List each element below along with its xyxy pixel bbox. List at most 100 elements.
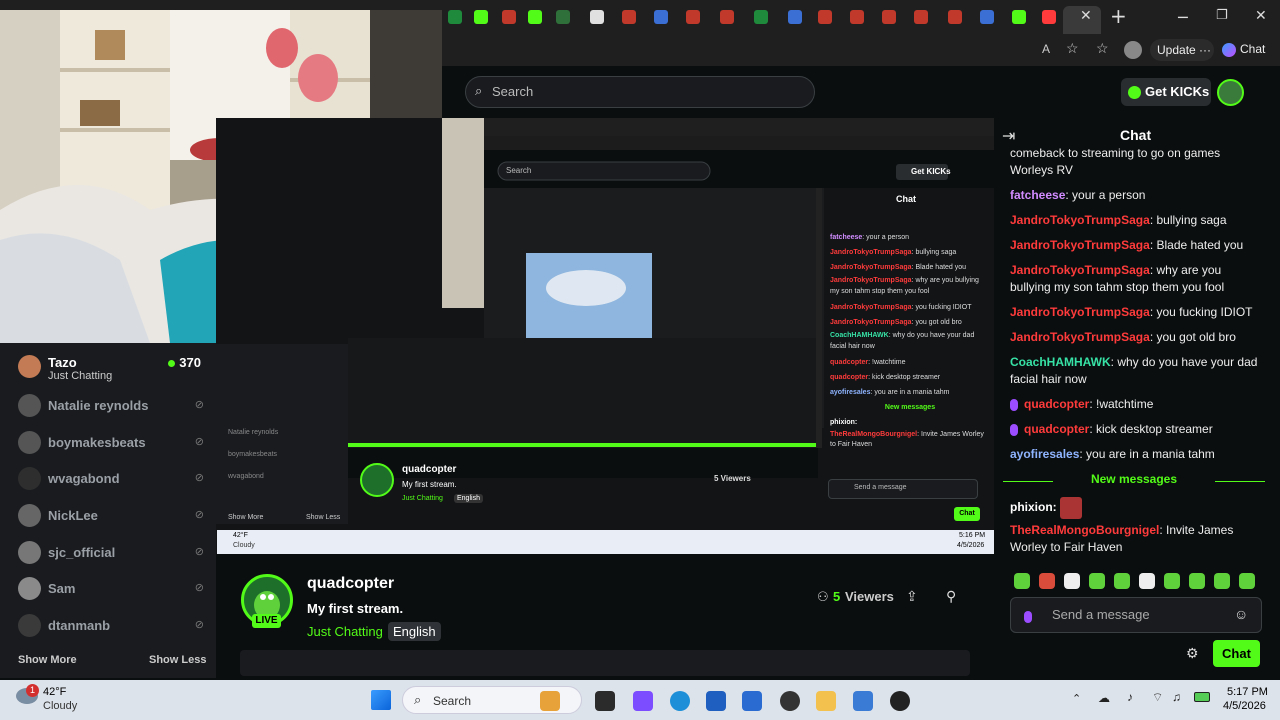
chat-message: JandroTokyoTrumpSaga: you fucking IDIOT <box>1010 304 1260 321</box>
media-player-icon[interactable] <box>890 691 910 711</box>
chat-username[interactable]: phixion: <box>1010 500 1057 514</box>
tab-favicon[interactable] <box>1012 10 1026 24</box>
battery-icon[interactable] <box>1194 692 1210 702</box>
wifi-icon[interactable]: ⌔ <box>1152 690 1163 705</box>
sidebar-item-natalie[interactable]: Natalie reynolds ⊘ <box>18 394 204 420</box>
tab-favicon[interactable] <box>654 10 668 24</box>
chat-username[interactable]: ayofiresales <box>1010 447 1079 461</box>
tab-favicon[interactable] <box>788 10 802 24</box>
tab-favicon[interactable] <box>882 10 896 24</box>
maximize-icon[interactable]: ❐ <box>1216 8 1228 23</box>
close-window-icon[interactable]: ✕ <box>1255 8 1267 24</box>
tab-favicon[interactable] <box>556 10 570 24</box>
chat-username[interactable]: fatcheese <box>1010 188 1065 202</box>
emote-icon[interactable] <box>1114 573 1130 589</box>
stream-category-link[interactable]: Just Chatting <box>307 624 383 639</box>
tab-favicon[interactable] <box>528 10 542 24</box>
tab-favicon[interactable] <box>622 10 636 24</box>
onedrive-icon[interactable]: ☁ <box>1098 691 1110 705</box>
volume-icon[interactable]: ♫ <box>1172 690 1181 704</box>
file-manager-icon[interactable] <box>595 691 615 711</box>
tab-favicon[interactable] <box>686 10 700 24</box>
chat-username[interactable]: JandroTokyoTrumpSaga <box>1010 305 1150 319</box>
show-more-button[interactable]: Show More <box>18 654 77 666</box>
favorites-icon[interactable]: ☆ <box>1096 40 1109 57</box>
emote-icon[interactable] <box>1014 573 1030 589</box>
sidebar-item-dtanmanb[interactable]: dtanmanb ⊘ <box>18 614 204 640</box>
chat-username[interactable]: quadcopter <box>1024 397 1089 411</box>
stream-video[interactable]: Search Get KICKs Chat fatcheese: your a … <box>216 118 994 554</box>
emote-icon[interactable] <box>1064 573 1080 589</box>
tab-favicon[interactable] <box>980 10 994 24</box>
language-tag[interactable]: English <box>388 622 441 641</box>
chat-text: : you are in a mania tahm <box>1079 447 1215 461</box>
tab-favicon[interactable] <box>948 10 962 24</box>
tab-favicon[interactable] <box>818 10 832 24</box>
emote-icon[interactable] <box>1214 573 1230 589</box>
chat-username[interactable]: TheRealMongoBourgnigel <box>1010 523 1159 537</box>
widget-icon[interactable] <box>540 691 560 711</box>
gear-icon[interactable]: ⚙ <box>1186 645 1199 662</box>
windows-start-icon[interactable] <box>371 690 391 710</box>
chat-username[interactable]: CoachHAMHAWK <box>1010 355 1111 369</box>
sidebar-item-tazo[interactable]: Tazo Just Chatting 370 <box>18 355 204 385</box>
collapse-chat-icon[interactable]: ⇥ <box>1002 126 1015 146</box>
emote-icon[interactable] <box>1239 573 1255 589</box>
chevron-up-icon[interactable]: ⌃ <box>1072 692 1081 705</box>
offline-icon: ⊘ <box>194 619 204 631</box>
tab-favicon[interactable] <box>914 10 928 24</box>
show-less-button[interactable]: Show Less <box>149 654 206 666</box>
edge-icon[interactable] <box>670 691 690 711</box>
tab-favicon[interactable] <box>474 10 488 24</box>
minimize-icon[interactable]: ─ <box>1178 8 1188 27</box>
clock-time[interactable]: 5:17 PM <box>1227 686 1268 698</box>
tab-favicon[interactable] <box>590 10 604 24</box>
chat-send-button[interactable]: Chat <box>1213 640 1260 667</box>
profile-icon[interactable] <box>1124 41 1142 59</box>
copilot-label: Chat <box>1240 42 1266 56</box>
emoji-icon[interactable]: ☺ <box>1234 606 1248 622</box>
favorite-icon[interactable]: ☆ <box>1066 40 1079 57</box>
chat-username[interactable]: quadcopter <box>1024 422 1089 436</box>
app-icon[interactable] <box>853 691 873 711</box>
sidebar-item-nicklee[interactable]: NickLee ⊘ <box>18 504 204 530</box>
obs-icon[interactable] <box>780 691 800 711</box>
chat-username[interactable]: JandroTokyoTrumpSaga <box>1010 213 1150 227</box>
store-icon[interactable] <box>706 691 726 711</box>
chat-username[interactable]: JandroTokyoTrumpSaga <box>1010 330 1150 344</box>
tab-favicon[interactable] <box>502 10 516 24</box>
tab-favicon[interactable] <box>1042 10 1056 24</box>
new-tab-icon[interactable]: + <box>1110 4 1127 28</box>
microphone-icon[interactable]: ♪ <box>1127 690 1133 704</box>
tab-favicon[interactable] <box>448 10 462 24</box>
clock-date[interactable]: 4/5/2026 <box>1223 700 1266 712</box>
chat-username[interactable]: JandroTokyoTrumpSaga <box>1010 238 1150 252</box>
close-tab-icon[interactable]: ✕ <box>1080 8 1092 24</box>
emote-icon[interactable] <box>1139 573 1155 589</box>
copilot-button[interactable]: Chat <box>1222 42 1265 57</box>
user-avatar[interactable] <box>1217 79 1244 106</box>
sidebar-item-boymakesbeats[interactable]: boymakesbeats ⊘ <box>18 431 204 457</box>
sidebar-item-sam[interactable]: Sam ⊘ <box>18 577 204 603</box>
new-messages-divider[interactable]: New messages <box>1003 472 1265 490</box>
sidebar-item-sjc-official[interactable]: sjc_official ⊘ <box>18 541 204 567</box>
avatar <box>18 504 41 527</box>
app-icon[interactable] <box>633 691 653 711</box>
nested-chat-msg: fatcheese: your a person <box>830 230 990 245</box>
update-button[interactable]: Update ··· <box>1150 39 1214 61</box>
tab-favicon[interactable] <box>720 10 734 24</box>
follow-icon[interactable]: ⚲ <box>946 588 956 605</box>
sidebar-item-wvagabond[interactable]: wvagabond ⊘ <box>18 467 204 493</box>
read-aloud-icon[interactable]: A <box>1042 42 1050 56</box>
emote-icon[interactable] <box>1164 573 1180 589</box>
tab-favicon[interactable] <box>850 10 864 24</box>
emote-icon[interactable] <box>1089 573 1105 589</box>
emote-icon[interactable] <box>1189 573 1205 589</box>
chat-username[interactable]: JandroTokyoTrumpSaga <box>1010 263 1150 277</box>
share-icon[interactable]: ⇪ <box>906 588 918 605</box>
mail-icon[interactable] <box>742 691 762 711</box>
tab-favicon[interactable] <box>754 10 768 24</box>
emote-icon[interactable] <box>1039 573 1055 589</box>
folder-icon[interactable] <box>816 691 836 711</box>
streamer-name[interactable]: quadcopter <box>307 575 394 593</box>
